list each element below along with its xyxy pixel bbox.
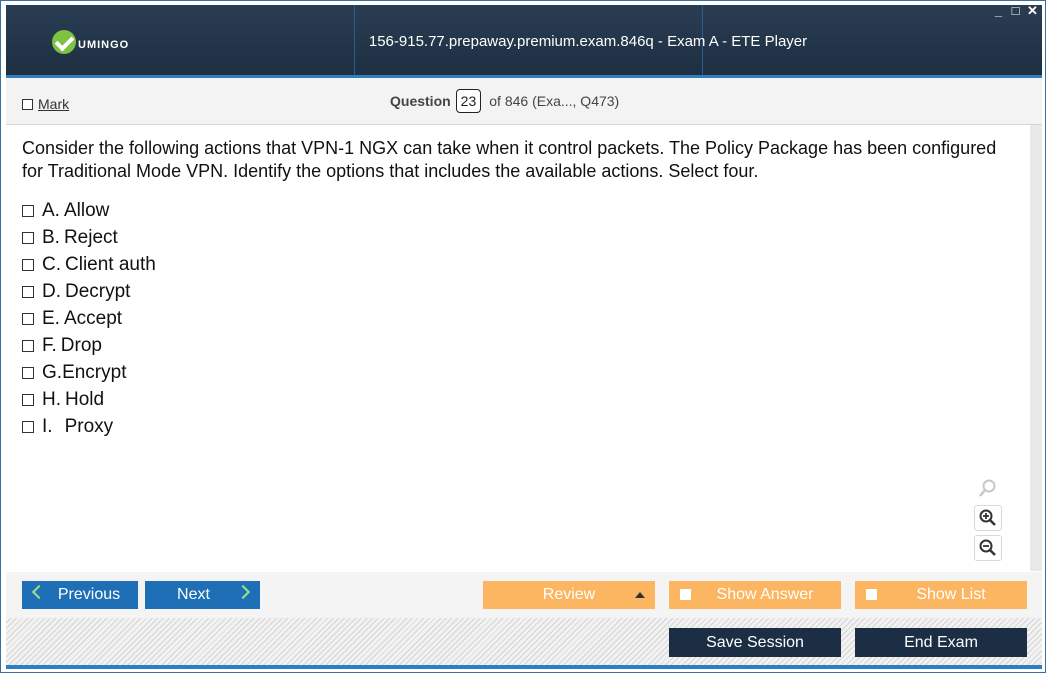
title-separator [354,5,355,75]
checkmark-icon [52,30,76,54]
question-content: Consider the following actions that VPN-… [6,125,1030,571]
option-text: Drop [60,334,102,356]
logo-text: UMINGO [78,39,130,51]
zoom-out-button[interactable] [974,535,1002,561]
option-text: Proxy [64,415,114,437]
option-letter: E. [42,307,60,329]
answer-options: A. Allow B. Reject C. Client auth D. Decrypt… [22,197,156,440]
checkbox-icon[interactable] [22,285,34,298]
zoom-in-button[interactable] [974,505,1002,531]
option-i[interactable]: I. Proxy [22,413,156,440]
option-letter: A. [42,199,60,221]
app-window: UMINGO 156-915.77.prepaway.premium.exam.… [0,0,1046,673]
checkbox-icon[interactable] [22,204,34,217]
previous-button[interactable]: Previous [22,581,138,609]
magnifier-icon [979,479,996,497]
next-button[interactable]: Next [145,581,260,609]
checkbox-icon[interactable] [22,339,34,352]
checkbox-icon[interactable] [22,366,34,379]
mark-label: Mark [38,96,70,112]
option-text: Decrypt [65,280,131,302]
mark-checkbox[interactable]: Mark [22,96,69,112]
option-f[interactable]: F. Drop [22,332,156,359]
option-letter: H. [42,388,61,410]
zoom-controls [974,475,1002,561]
option-letter: C. [42,253,61,275]
review-button[interactable]: Review [483,581,655,609]
option-text: Accept [63,307,123,329]
save-session-button[interactable]: Save Session [669,628,841,657]
navigation-bar: Previous Next Review Show Answer Show Li… [6,572,1042,618]
checkbox-icon[interactable] [22,231,34,244]
option-text: Client auth [65,253,156,275]
option-letter: F. [42,334,57,356]
option-text: Reject [63,226,118,248]
show-answer-button[interactable]: Show Answer [669,581,841,609]
save-session-label: Save Session [706,633,804,651]
vertical-scrollbar[interactable] [1030,125,1042,571]
question-stem: Consider the following actions that VPN-… [22,138,997,181]
question-header: Mark Question 23 of 846 (Exa..., Q473) [6,78,1042,125]
question-total: of 846 (Exa..., Q473) [489,93,620,109]
checkbox-icon[interactable] [866,589,877,600]
end-exam-button[interactable]: End Exam [855,628,1027,657]
previous-label: Previous [57,586,121,603]
show-list-button[interactable]: Show List [855,581,1027,609]
zoom-reset-button[interactable] [974,475,1002,501]
window-controls: _ □ ✕ [992,3,1039,19]
zoom-out-icon [979,539,996,556]
option-e[interactable]: E. Accept [22,305,156,332]
option-text: Allow [63,199,110,221]
checkbox-icon[interactable] [22,258,34,271]
option-letter: B. [42,226,60,248]
option-a[interactable]: A. Allow [22,197,156,224]
option-h[interactable]: H. Hold [22,386,156,413]
show-answer-label: Show Answer [716,586,814,603]
window-title: 156-915.77.prepaway.premium.exam.846q - … [368,33,808,50]
option-letter: D. [42,280,61,302]
option-b[interactable]: B. Reject [22,224,156,251]
checkbox-icon[interactable] [22,312,34,325]
option-letter: G. [42,361,63,383]
triangle-up-icon [635,592,645,598]
option-text: Encrypt [62,361,127,383]
next-label: Next [177,586,210,603]
minimize-button[interactable]: _ [992,3,1005,19]
question-label: Question [390,93,451,109]
option-text: Hold [65,388,105,410]
footer-bar: Save Session End Exam [6,618,1042,665]
option-letter: I. [42,415,53,437]
question-indicator: Question 23 of 846 (Exa..., Q473) [390,89,619,113]
option-g[interactable]: G. Encrypt [22,359,156,386]
checkbox-icon[interactable] [22,393,34,406]
checkbox-icon[interactable] [22,420,34,433]
show-list-label: Show List [916,586,986,603]
bottom-accent-strip [6,665,1042,669]
close-button[interactable]: ✕ [1026,3,1039,19]
chevron-left-icon [31,584,47,600]
maximize-button[interactable]: □ [1009,3,1022,19]
checkbox-icon[interactable] [680,589,691,600]
title-bar: UMINGO 156-915.77.prepaway.premium.exam.… [6,5,1042,78]
option-c[interactable]: C. Client auth [22,251,156,278]
option-d[interactable]: D. Decrypt [22,278,156,305]
review-label: Review [542,586,596,603]
checkbox-icon[interactable] [22,98,33,110]
app-logo: UMINGO [52,27,129,57]
zoom-in-icon [979,509,996,526]
chevron-right-icon [235,584,251,600]
question-number-input[interactable]: 23 [455,89,482,113]
end-exam-label: End Exam [904,633,978,651]
